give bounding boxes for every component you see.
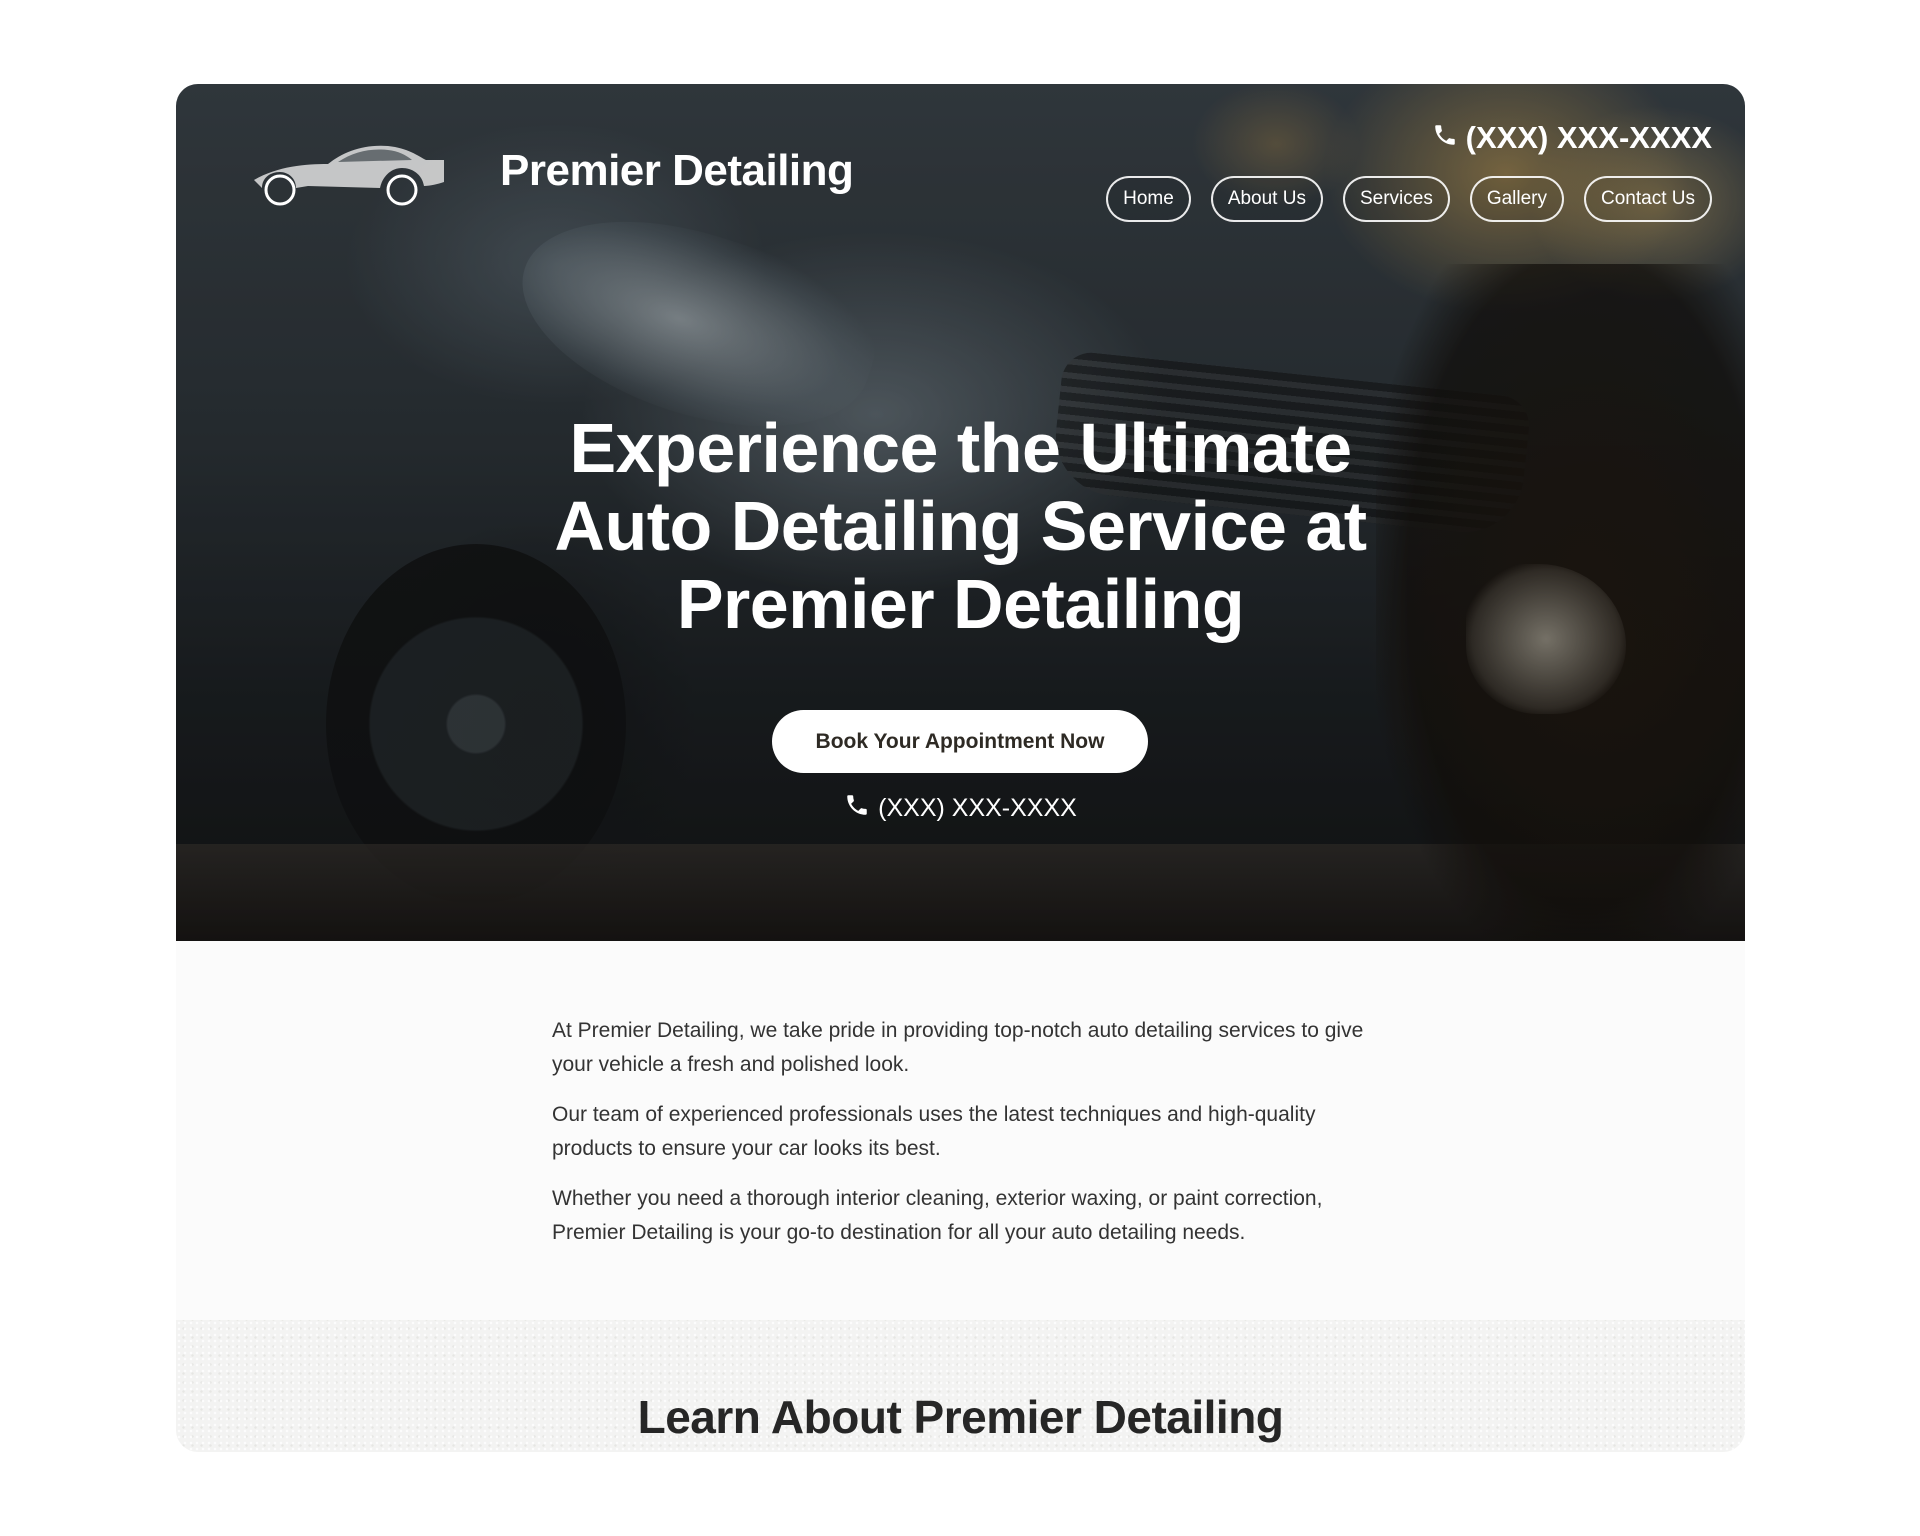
- nav-services[interactable]: Services: [1342, 176, 1450, 222]
- main-nav: Home About Us Services Gallery Contact U…: [1106, 176, 1712, 222]
- nav-about-us[interactable]: About Us: [1210, 176, 1323, 222]
- nav-contact-us[interactable]: Contact Us: [1584, 176, 1712, 222]
- intro-paragraph-2: Our team of experienced professionals us…: [552, 1103, 1316, 1160]
- header-phone-number: (XXX) XXX-XXXX: [1465, 120, 1712, 155]
- learn-section: Learn About Premier Detailing: [176, 1320, 1745, 1452]
- brand-name[interactable]: Premier Detailing: [500, 146, 854, 196]
- hero-title-line-3: Premier Detailing: [676, 565, 1245, 643]
- hero-phone-number: (XXX) XXX-XXXX: [878, 794, 1077, 822]
- book-appointment-button[interactable]: Book Your Appointment Now: [772, 710, 1148, 773]
- hero-section: Premier Detailing (XXX) XXX-XXXX Home Ab…: [176, 84, 1745, 941]
- phone-icon: [844, 792, 870, 825]
- hero-phone[interactable]: (XXX) XXX-XXXX: [176, 792, 1745, 825]
- phone-icon: [1432, 120, 1458, 156]
- page-frame: Premier Detailing (XXX) XXX-XXXX Home Ab…: [176, 84, 1745, 1452]
- nav-home[interactable]: Home: [1106, 176, 1191, 222]
- intro-paragraph-1: At Premier Detailing, we take pride in p…: [552, 1019, 1364, 1076]
- intro-paragraph-3: Whether you need a thorough interior cle…: [552, 1187, 1323, 1244]
- hero-title: Experience the Ultimate Auto Detailing S…: [176, 409, 1745, 643]
- header-phone[interactable]: (XXX) XXX-XXXX: [1432, 120, 1712, 156]
- hero-title-line-1: Experience the Ultimate: [569, 409, 1352, 487]
- car-silhouette-icon[interactable]: [248, 138, 448, 208]
- intro-section: At Premier Detailing, we take pride in p…: [552, 1014, 1372, 1266]
- learn-section-title: Learn About Premier Detailing: [637, 1391, 1284, 1443]
- nav-gallery[interactable]: Gallery: [1469, 176, 1565, 222]
- hero-title-line-2: Auto Detailing Service at: [554, 487, 1367, 565]
